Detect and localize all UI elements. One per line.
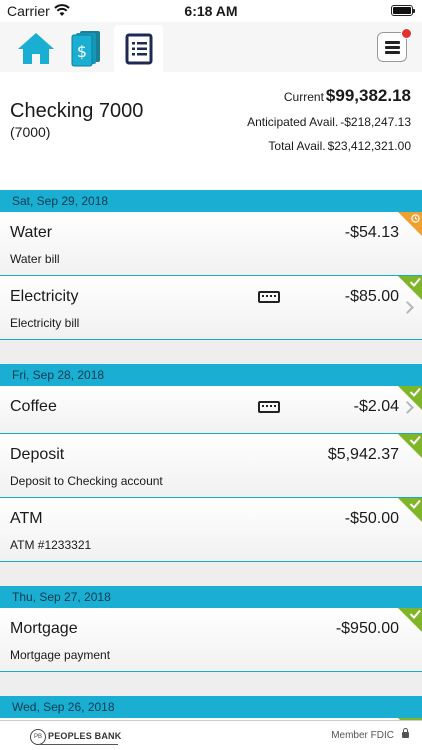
account-header: Checking 7000 (7000) Current $99,382.18 A… [0,72,422,190]
transaction-description: Electricity bill [10,316,80,330]
toolbar: $ [0,22,422,72]
anticipated-balance-amount: -$218,247.13 [340,115,411,129]
total-balance-amount: $23,412,321.00 [327,139,411,153]
anticipated-balance: Anticipated Avail. -$218,247.13 [247,115,411,129]
fdic-label: Member FDIC [331,730,394,741]
svg-text:$: $ [77,42,87,61]
tab-money[interactable]: $ [62,26,110,70]
cleared-check-icon [398,498,422,522]
hamburger-bar [385,51,400,54]
bank-seal-icon: PB [30,729,46,745]
tab-register[interactable] [114,25,163,72]
battery-icon [391,5,415,16]
logo-underline [40,744,118,745]
transaction-name: Mortgage [10,620,78,637]
cleared-check-icon [398,434,422,458]
current-balance: Current $99,382.18 [284,86,411,106]
cleared-check-icon [398,276,422,300]
current-balance-amount: $99,382.18 [325,86,411,105]
anticipated-balance-label: Anticipated Avail. [247,115,339,129]
transaction-amount: -$50.00 [344,510,399,527]
current-balance-label: Current [283,90,324,104]
transaction-description: Water bill [10,252,60,266]
date-header: Fri, Sep 28, 2018 [0,364,422,386]
tab-home[interactable] [12,26,60,70]
chevron-right-icon[interactable] [401,301,414,314]
date-header: Wed, Sep 26, 2018 [0,696,422,718]
account-name: Checking 7000 [10,100,144,122]
transaction-description: Mortgage payment [10,648,111,662]
bank-name: PEOPLES BANK [48,731,122,741]
transaction-row[interactable]: Water -$54.13 Water bill [0,212,422,276]
total-balance-label: Total Avail. [268,139,326,153]
dollar-cards-icon: $ [71,31,100,67]
transaction-list[interactable]: Sat, Sep 29, 2018 Water -$54.13 Water bi… [0,190,422,720]
pending-clock-icon [398,212,422,236]
transaction-row[interactable]: Deposit $5,942.37 Deposit to Checking ac… [0,434,422,498]
notification-badge [401,28,412,39]
date-header: Thu, Sep 27, 2018 [0,586,422,608]
group-spacer [0,562,422,586]
group-spacer [0,340,422,364]
transaction-name: Deposit [10,446,65,463]
transaction-name: Water [10,224,53,241]
note-icon [258,291,280,303]
footer: PB PEOPLES BANK Member FDIC [0,720,422,750]
transaction-amount: -$2.04 [353,398,399,415]
transaction-amount: -$85.00 [344,288,399,305]
lock-icon [402,728,409,738]
account-number: (7000) [10,124,51,140]
transaction-description: Deposit to Checking account [10,474,163,488]
transaction-name: Coffee [10,398,57,415]
transaction-amount: -$54.13 [344,224,399,241]
register-list-icon [125,33,152,64]
menu-button[interactable] [377,28,412,62]
transaction-row[interactable]: Mortgage -$950.00 Mortgage payment [0,608,422,672]
transaction-description: ATM #1233321 [10,538,92,552]
status-bar: Carrier 6:18 AM [0,0,422,22]
transaction-name: Electricity [10,288,79,305]
total-balance: Total Avail. $23,412,321.00 [268,139,411,153]
transaction-row[interactable]: Electricity -$85.00 Electricity bill [0,276,422,340]
transaction-row[interactable]: Coffee -$2.04 [0,386,422,434]
transaction-amount: -$950.00 [335,620,399,637]
transaction-row[interactable]: ATM -$50.00 ATM #1233321 [0,498,422,562]
home-icon [18,33,54,64]
clock: 6:18 AM [184,3,238,19]
hamburger-menu-icon [385,41,400,44]
hamburger-bar [385,46,400,49]
transaction-name: ATM [10,510,43,527]
transaction-amount: $5,942.37 [327,446,399,463]
note-icon [258,401,280,413]
cleared-check-icon [398,608,422,632]
date-header: Sat, Sep 29, 2018 [0,190,422,212]
group-spacer [0,672,422,696]
